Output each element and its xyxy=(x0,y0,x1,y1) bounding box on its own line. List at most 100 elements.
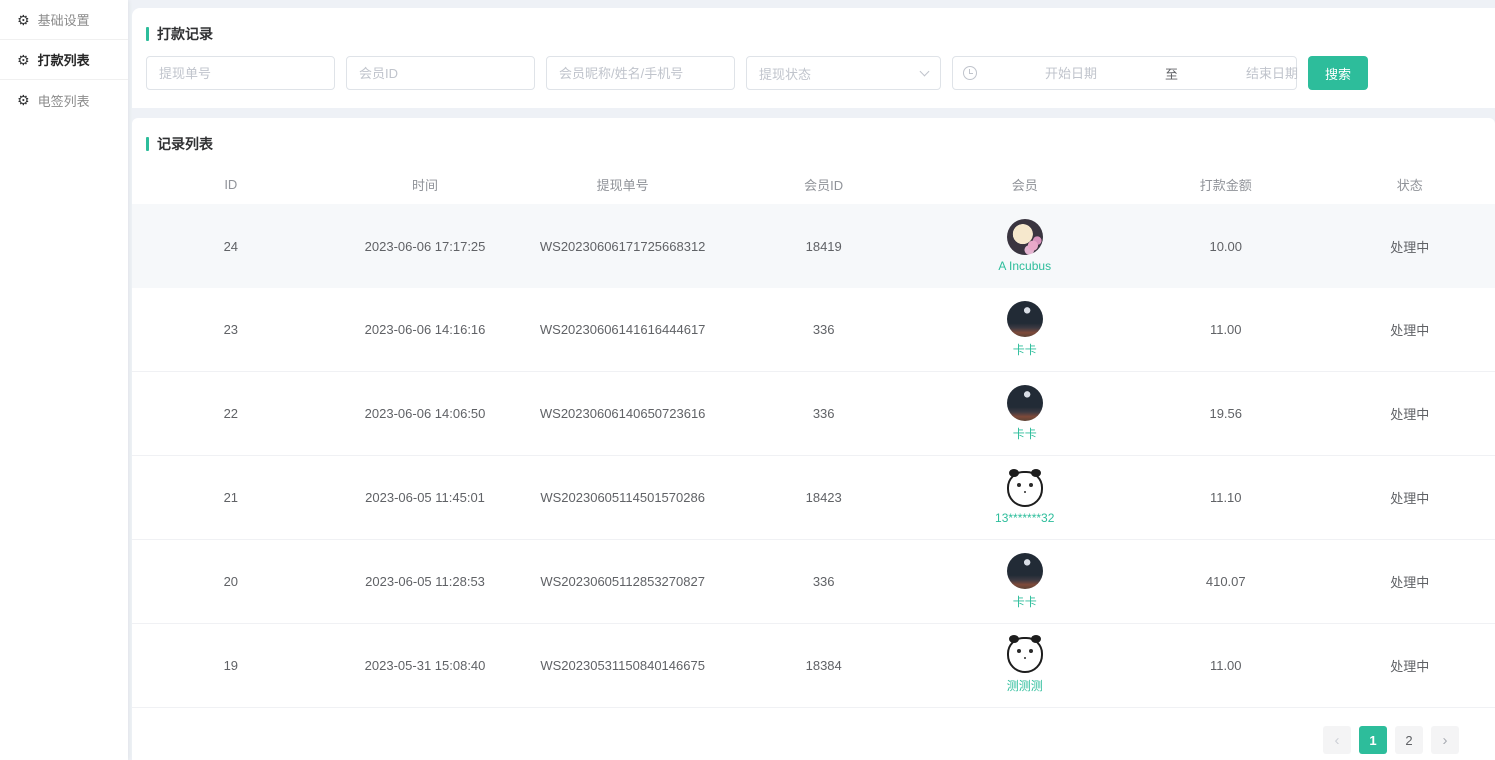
cell-member-id: 336 xyxy=(725,574,923,589)
cell-time: 2023-06-06 17:17:25 xyxy=(330,239,521,254)
search-button[interactable]: 搜索 xyxy=(1308,56,1368,90)
date-range-picker[interactable]: 至 xyxy=(952,56,1297,90)
start-date-input[interactable] xyxy=(983,66,1159,81)
member-avatar[interactable] xyxy=(1007,553,1043,589)
record-list-title: 记录列表 xyxy=(132,118,1495,154)
cell-id: 21 xyxy=(132,490,330,505)
cell-amount: 410.07 xyxy=(1127,574,1325,589)
cell-status: 处理中 xyxy=(1325,404,1495,423)
cell-member: 卡卡 xyxy=(923,553,1127,610)
sidebar-item-电签列表[interactable]: ⚙电签列表 xyxy=(0,80,128,120)
member-name-link[interactable]: 测测测 xyxy=(1007,677,1043,694)
cell-member-id: 336 xyxy=(725,406,923,421)
cell-id: 19 xyxy=(132,658,330,673)
cell-status: 处理中 xyxy=(1325,237,1495,256)
pagination-prev-icon[interactable]: ‹ xyxy=(1323,726,1351,754)
table-row: 23 2023-06-06 14:16:16 WS202306061416164… xyxy=(132,288,1495,372)
cell-member: 卡卡 xyxy=(923,301,1127,358)
table-row: 21 2023-06-05 11:45:01 WS202306051145015… xyxy=(132,456,1495,540)
cell-time: 2023-06-05 11:28:53 xyxy=(330,574,521,589)
column-header: 会员 xyxy=(923,175,1127,194)
gear-icon: ⚙ xyxy=(17,13,30,27)
withdraw-status-select[interactable]: 提现状态 xyxy=(746,56,941,90)
gear-icon: ⚙ xyxy=(17,53,30,67)
cell-order-no: WS20230606141616444617 xyxy=(520,322,724,337)
cell-id: 20 xyxy=(132,574,330,589)
member-name-link[interactable]: 卡卡 xyxy=(1013,341,1037,358)
table-body: 24 2023-06-06 17:17:25 WS202306061717256… xyxy=(132,204,1495,708)
cell-member: 13*******32 xyxy=(923,471,1127,525)
pagination-next-icon[interactable]: › xyxy=(1431,726,1459,754)
member-name-link[interactable]: 卡卡 xyxy=(1013,593,1037,610)
pagination-page-1[interactable]: 1 xyxy=(1359,726,1387,754)
filter-title-text: 打款记录 xyxy=(157,24,213,44)
cell-status: 处理中 xyxy=(1325,488,1495,507)
column-header: 打款金额 xyxy=(1127,175,1325,194)
cell-member: A Incubus xyxy=(923,219,1127,273)
cell-member-id: 336 xyxy=(725,322,923,337)
cell-time: 2023-06-06 14:06:50 xyxy=(330,406,521,421)
cell-time: 2023-05-31 15:08:40 xyxy=(330,658,521,673)
cell-amount: 11.00 xyxy=(1127,658,1325,673)
withdraw-status-placeholder: 提现状态 xyxy=(759,64,811,83)
records-table: ID时间提现单号会员ID会员打款金额状态 24 2023-06-06 17:17… xyxy=(132,164,1495,708)
sidebar-item-打款列表[interactable]: ⚙ 打款列表 xyxy=(0,40,128,80)
clock-icon xyxy=(963,66,977,80)
cell-time: 2023-06-06 14:16:16 xyxy=(330,322,521,337)
cell-order-no: WS20230606171725668312 xyxy=(520,239,724,254)
cell-status: 处理中 xyxy=(1325,572,1495,591)
record-list-title-text: 记录列表 xyxy=(157,134,213,154)
cell-order-no: WS20230531150840146675 xyxy=(520,658,724,673)
cell-amount: 11.00 xyxy=(1127,322,1325,337)
sidebar-item-label: 打款列表 xyxy=(38,50,90,69)
pagination-page-2[interactable]: 2 xyxy=(1395,726,1423,754)
cell-order-no: WS20230606140650723616 xyxy=(520,406,724,421)
cell-member-id: 18423 xyxy=(725,490,923,505)
table-row: 24 2023-06-06 17:17:25 WS202306061717256… xyxy=(132,204,1495,288)
filter-row: 提现状态 至 搜索 xyxy=(146,56,1495,90)
cell-id: 24 xyxy=(132,239,330,254)
cell-status: 处理中 xyxy=(1325,320,1495,339)
member-avatar[interactable] xyxy=(1007,471,1043,507)
gear-icon: ⚙ xyxy=(17,93,30,107)
cell-order-no: WS20230605112853270827 xyxy=(520,574,724,589)
withdraw-order-input[interactable] xyxy=(146,56,335,90)
table-row: 19 2023-05-31 15:08:40 WS202305311508401… xyxy=(132,624,1495,708)
member-avatar[interactable] xyxy=(1007,385,1043,421)
member-name-link[interactable]: A Incubus xyxy=(998,259,1051,273)
sidebar: ⚙基础设置⚙打款列表⚙电签列表 xyxy=(0,0,128,760)
cell-status: 处理中 xyxy=(1325,656,1495,675)
member-avatar[interactable] xyxy=(1007,301,1043,337)
member-name-link[interactable]: 13*******32 xyxy=(995,511,1054,525)
column-header: 会员ID xyxy=(725,175,923,194)
table-row: 20 2023-06-05 11:28:53 WS202306051128532… xyxy=(132,540,1495,624)
cell-member-id: 18419 xyxy=(725,239,923,254)
filter-panel: 打款记录 提现状态 至 搜索 xyxy=(132,8,1495,108)
member-info-input[interactable] xyxy=(546,56,735,90)
member-avatar[interactable] xyxy=(1007,219,1043,255)
cell-amount: 10.00 xyxy=(1127,239,1325,254)
record-list-panel: 记录列表 ID时间提现单号会员ID会员打款金额状态 24 2023-06-06 … xyxy=(132,118,1495,760)
chevron-down-icon xyxy=(920,66,930,76)
sidebar-item-基础设置[interactable]: ⚙基础设置 xyxy=(0,0,128,40)
cell-amount: 11.10 xyxy=(1127,490,1325,505)
table-row: 22 2023-06-06 14:06:50 WS202306061406507… xyxy=(132,372,1495,456)
table-header-row: ID时间提现单号会员ID会员打款金额状态 xyxy=(132,164,1495,204)
cell-member: 测测测 xyxy=(923,637,1127,694)
column-header: ID xyxy=(132,177,330,192)
cell-member-id: 18384 xyxy=(725,658,923,673)
member-name-link[interactable]: 卡卡 xyxy=(1013,425,1037,442)
member-avatar[interactable] xyxy=(1007,637,1043,673)
cell-id: 22 xyxy=(132,406,330,421)
member-id-input[interactable] xyxy=(346,56,535,90)
title-accent-bar xyxy=(146,27,149,41)
column-header: 状态 xyxy=(1325,175,1495,194)
pagination: ‹ 12 › xyxy=(132,708,1495,754)
title-accent-bar xyxy=(146,137,149,151)
filter-panel-title: 打款记录 xyxy=(132,8,1495,44)
column-header: 时间 xyxy=(330,175,521,194)
cell-member: 卡卡 xyxy=(923,385,1127,442)
cell-amount: 19.56 xyxy=(1127,406,1325,421)
main-content: 打款记录 提现状态 至 搜索 记录列表 ID时间提现单号会员ID会 xyxy=(130,0,1495,760)
cell-id: 23 xyxy=(132,322,330,337)
